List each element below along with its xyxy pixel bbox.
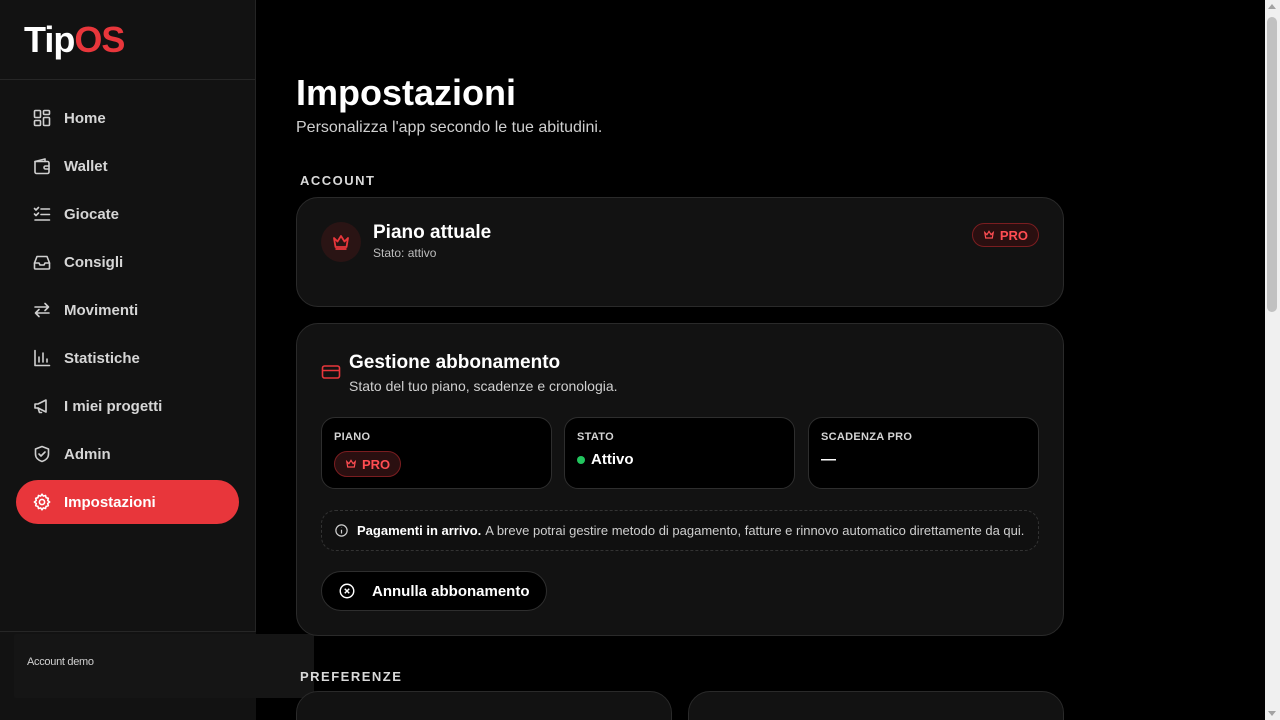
sidebar-item-label: Impostazioni bbox=[64, 493, 156, 511]
inbox-icon bbox=[32, 252, 52, 272]
megaphone-icon bbox=[32, 396, 52, 416]
sidebar-item-label: Consigli bbox=[64, 253, 124, 271]
plan-title: Piano attuale bbox=[373, 222, 492, 243]
sidebar-item-statistiche[interactable]: Statistiche bbox=[16, 336, 239, 380]
current-plan-card: Piano attuale Stato: attivo PRO bbox=[296, 197, 1064, 307]
status-value-text: Attivo bbox=[591, 451, 634, 468]
logo-part-1: Tip bbox=[24, 18, 75, 60]
plan-tile-label: PIANO bbox=[334, 431, 371, 443]
scroll-up-icon[interactable] bbox=[1268, 4, 1276, 9]
status-tile: STATO Attivo bbox=[564, 417, 795, 489]
sidebar-item-label: Home bbox=[64, 109, 106, 127]
status-tile-label: STATO bbox=[577, 431, 614, 443]
info-icon bbox=[335, 524, 348, 537]
checklist-icon bbox=[32, 204, 52, 224]
account-menu[interactable]: Account demo bbox=[14, 634, 314, 698]
credit-card-icon bbox=[321, 362, 341, 387]
pro-badge: PRO bbox=[971, 223, 1039, 247]
payments-info-box: Pagamenti in arrivo. A breve potrai gest… bbox=[321, 510, 1039, 551]
sidebar-item-label: I miei progetti bbox=[64, 397, 163, 415]
close-circle-icon bbox=[339, 583, 355, 599]
sidebar-item-impostazioni[interactable]: Impostazioni bbox=[16, 480, 239, 524]
page-subtitle: Personalizza l'app secondo le tue abitud… bbox=[296, 119, 603, 136]
wallet-icon bbox=[32, 156, 52, 176]
expiry-tile-label: SCADENZA PRO bbox=[821, 431, 913, 443]
sidebar-item-label: Movimenti bbox=[64, 301, 139, 319]
expiry-tile: SCADENZA PRO — bbox=[808, 417, 1039, 489]
status-value: Attivo bbox=[577, 451, 634, 468]
sidebar-item-label: Giocate bbox=[64, 205, 120, 223]
sidebar-item-movimenti[interactable]: Movimenti bbox=[16, 288, 239, 332]
sidebar-item-label: Admin bbox=[64, 445, 111, 463]
sidebar-item-admin[interactable]: Admin bbox=[16, 432, 239, 476]
sidebar-item-label: Wallet bbox=[64, 157, 108, 175]
scrollbar-thumb[interactable] bbox=[1267, 17, 1277, 312]
page-scrollbar[interactable] bbox=[1265, 0, 1280, 720]
pro-badge: PRO bbox=[334, 451, 402, 477]
sidebar-item-progetti[interactable]: I miei progetti bbox=[16, 384, 239, 428]
shield-check-icon bbox=[32, 444, 52, 464]
logo-part-2: OS bbox=[74, 18, 125, 60]
sidebar: Tip OS Home Wallet Giocate Consigli Movi… bbox=[0, 0, 256, 720]
sidebar-item-wallet[interactable]: Wallet bbox=[16, 144, 239, 188]
sidebar-item-consigli[interactable]: Consigli bbox=[16, 240, 239, 284]
sidebar-item-home[interactable]: Home bbox=[16, 96, 239, 140]
sidebar-item-giocate[interactable]: Giocate bbox=[16, 192, 239, 236]
expiry-value: — bbox=[821, 451, 836, 468]
sidebar-nav: Home Wallet Giocate Consigli Movimenti S… bbox=[0, 80, 255, 524]
app-logo[interactable]: Tip OS bbox=[0, 0, 255, 80]
cancel-subscription-label: Annulla abbonamento bbox=[372, 582, 530, 600]
status-dot bbox=[577, 455, 585, 464]
page-title: Impostazioni bbox=[296, 72, 517, 113]
pro-badge-label: PRO bbox=[362, 456, 391, 472]
scroll-down-icon[interactable] bbox=[1268, 711, 1276, 716]
subscription-card: Gestione abbonamento Stato del tuo piano… bbox=[296, 323, 1064, 636]
subscription-title: Gestione abbonamento bbox=[349, 352, 561, 373]
preferences-card-right[interactable] bbox=[688, 691, 1064, 720]
plan-tile: PIANO PRO bbox=[321, 417, 552, 489]
preferences-card-left[interactable] bbox=[296, 691, 672, 720]
gear-icon bbox=[32, 492, 52, 512]
account-label: Account demo bbox=[27, 656, 94, 668]
bar-chart-icon bbox=[32, 348, 52, 368]
pro-badge-label: PRO bbox=[999, 227, 1028, 243]
cancel-subscription-button[interactable]: Annulla abbonamento bbox=[321, 571, 547, 611]
sidebar-item-label: Statistiche bbox=[64, 349, 140, 367]
arrows-swap-icon bbox=[32, 300, 52, 320]
info-text: A breve potrai gestire metodo di pagamen… bbox=[485, 523, 1025, 538]
info-title: Pagamenti in arrivo. bbox=[357, 523, 482, 538]
plan-status: Stato: attivo bbox=[373, 246, 437, 260]
subscription-description: Stato del tuo piano, scadenze e cronolog… bbox=[349, 378, 618, 394]
section-label-preferences: PREFERENZE bbox=[300, 669, 403, 684]
dashboard-icon bbox=[32, 108, 52, 128]
crown-icon bbox=[983, 230, 994, 239]
section-label-account: ACCOUNT bbox=[300, 173, 376, 188]
crown-icon bbox=[345, 459, 357, 468]
crown-icon bbox=[321, 222, 361, 262]
